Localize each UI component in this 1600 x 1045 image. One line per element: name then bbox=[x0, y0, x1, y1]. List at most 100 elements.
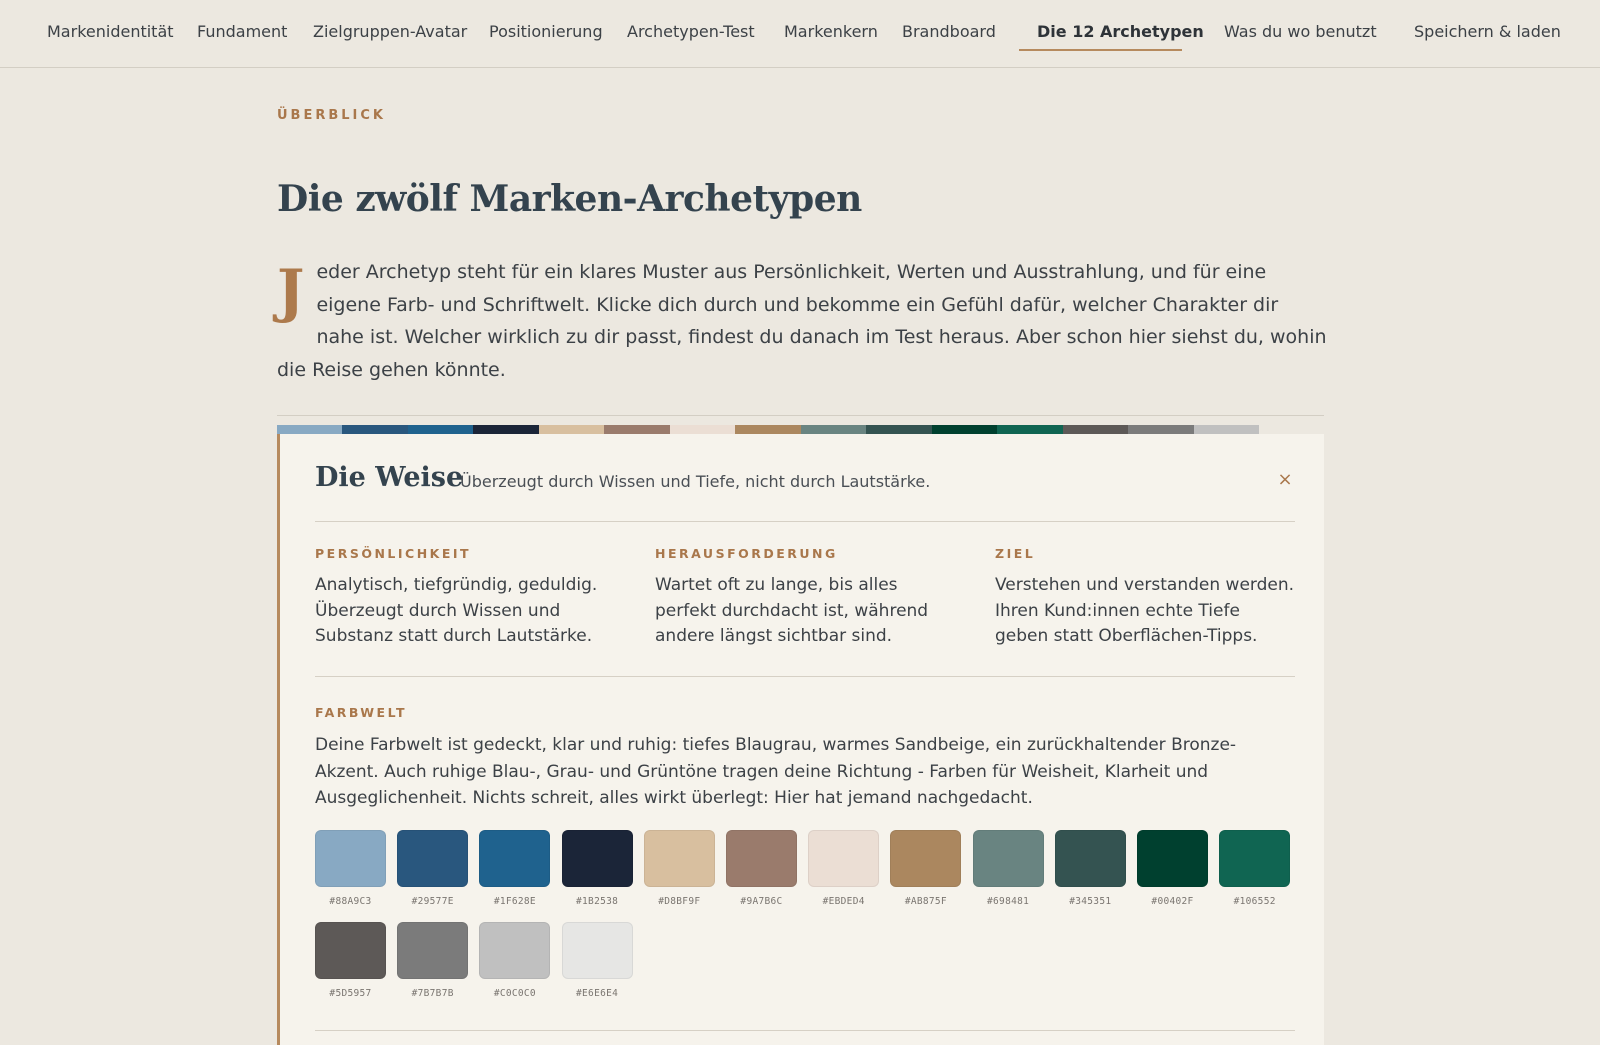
color-swatch[interactable]: #106552 bbox=[1219, 830, 1291, 907]
nav-item-die-12-archetypen[interactable]: Die 12 Archetypen bbox=[1037, 0, 1204, 66]
color-swatch[interactable]: #29577E bbox=[397, 830, 469, 907]
color-strip-segment bbox=[735, 425, 801, 434]
color-swatch[interactable]: #7B7B7B bbox=[397, 922, 469, 999]
color-swatch[interactable]: #C0C0C0 bbox=[479, 922, 551, 999]
color-swatch-hex: #9A7B6C bbox=[740, 896, 783, 907]
challenge-column: HERAUSFORDERUNG Wartet oft zu lange, bis… bbox=[655, 546, 955, 650]
top-navigation: Markenidentität Fundament Zielgruppen-Av… bbox=[0, 0, 1600, 68]
personality-column: PERSÖNLICHKEIT Analytisch, tiefgründig, … bbox=[315, 546, 615, 650]
goal-text: Verstehen und verstanden werden. Ihren K… bbox=[995, 575, 1295, 646]
color-swatch[interactable]: #AB875F bbox=[890, 830, 962, 907]
intro-paragraph: Jeder Archetyp steht für ein klares Must… bbox=[277, 256, 1329, 386]
color-strip-segment bbox=[407, 425, 474, 434]
color-swatch-hex: #C0C0C0 bbox=[493, 988, 536, 999]
color-swatch-chip bbox=[808, 830, 880, 887]
color-strip-segment bbox=[1128, 425, 1194, 434]
intro-dropcap: J bbox=[277, 257, 305, 325]
color-swatch-chip bbox=[479, 922, 551, 979]
goal-label: ZIEL bbox=[995, 546, 1036, 561]
color-swatch[interactable]: #5D5957 bbox=[315, 922, 386, 999]
color-world-text: Deine Farbwelt ist gedeckt, klar und ruh… bbox=[315, 735, 1237, 808]
color-swatch-hex: #345351 bbox=[1069, 896, 1112, 907]
color-strip-segment bbox=[277, 425, 343, 434]
archetype-detail-card: Die Weise Überzeugt durch Wissen und Tie… bbox=[277, 434, 1324, 1045]
color-swatch[interactable]: #1F628E bbox=[479, 830, 551, 907]
archetype-title: Die Weise bbox=[315, 462, 464, 493]
nav-item-positionierung[interactable]: Positionierung bbox=[489, 0, 603, 66]
color-swatch[interactable]: #1B2538 bbox=[561, 830, 633, 907]
color-swatch[interactable]: #EBDED4 bbox=[808, 830, 880, 907]
nav-item-speichern-laden[interactable]: Speichern & laden bbox=[1414, 0, 1561, 66]
color-swatch-hex: #E6E6E4 bbox=[576, 988, 619, 999]
color-swatch-hex: #88A9C3 bbox=[329, 896, 372, 907]
color-strip-segment bbox=[931, 425, 998, 434]
color-swatch[interactable]: #698481 bbox=[972, 830, 1044, 907]
color-strip-segment bbox=[1193, 425, 1260, 434]
card-divider bbox=[315, 521, 1295, 522]
color-swatch[interactable]: #9A7B6C bbox=[726, 830, 797, 907]
color-swatch-hex: #29577E bbox=[411, 896, 454, 907]
color-swatch-chip bbox=[561, 830, 633, 887]
challenge-text: Wartet oft zu lange, bis alles perfekt d… bbox=[655, 575, 929, 646]
color-strip-segment bbox=[669, 425, 736, 434]
color-swatch-chip bbox=[1219, 830, 1291, 887]
color-swatch-chip bbox=[315, 830, 386, 887]
color-strip-segment bbox=[1062, 425, 1129, 434]
color-strip-segment bbox=[604, 425, 670, 434]
color-swatch-chip bbox=[315, 922, 386, 979]
color-swatch-chip bbox=[397, 922, 469, 979]
color-swatch-hex: #698481 bbox=[987, 896, 1030, 907]
personality-text: Analytisch, tiefgründig, geduldig. Überz… bbox=[315, 575, 598, 646]
color-swatch-chip bbox=[397, 830, 469, 887]
card-divider bbox=[315, 676, 1295, 677]
card-divider bbox=[315, 1030, 1295, 1031]
color-strip-segment bbox=[800, 425, 867, 434]
challenge-label: HERAUSFORDERUNG bbox=[655, 546, 838, 561]
color-strip-segment bbox=[866, 425, 932, 434]
color-swatch-hex: #D8BF9F bbox=[658, 896, 701, 907]
color-strip-segment bbox=[997, 425, 1063, 434]
color-swatch-hex: #106552 bbox=[1233, 896, 1276, 907]
color-swatch-hex: #AB875F bbox=[904, 896, 947, 907]
color-swatch[interactable]: #345351 bbox=[1054, 830, 1126, 907]
color-swatch-hex: #7B7B7B bbox=[411, 988, 454, 999]
nav-item-was-du-wo-benutzt[interactable]: Was du wo benutzt bbox=[1224, 0, 1377, 66]
color-swatch[interactable]: #E6E6E4 bbox=[561, 922, 633, 999]
color-swatch-chip bbox=[479, 830, 551, 887]
color-swatch-hex: #5D5957 bbox=[329, 988, 372, 999]
archetype-tagline: Überzeugt durch Wissen und Tiefe, nicht … bbox=[460, 472, 931, 491]
active-tab-indicator bbox=[1019, 49, 1182, 51]
color-strip-segment bbox=[342, 425, 408, 434]
archetype-color-strip bbox=[277, 425, 1260, 434]
color-swatch-chip bbox=[1137, 830, 1208, 887]
color-swatch-chip bbox=[972, 830, 1044, 887]
color-swatch-chip bbox=[1054, 830, 1126, 887]
color-swatch-hex: #00402F bbox=[1151, 896, 1194, 907]
color-world-section: FARBWELT Deine Farbwelt ist gedeckt, kla… bbox=[315, 705, 1295, 812]
page-title: Die zwölf Marken-Archetypen bbox=[277, 178, 862, 220]
nav-item-zielgruppen-avatar[interactable]: Zielgruppen-Avatar bbox=[313, 0, 467, 66]
intro-text: eder Archetyp steht für ein klares Muste… bbox=[277, 261, 1327, 381]
color-swatch[interactable]: #88A9C3 bbox=[315, 830, 386, 907]
nav-item-markenkern[interactable]: Markenkern bbox=[784, 0, 878, 66]
nav-item-archetypen-test[interactable]: Archetypen-Test bbox=[627, 0, 755, 66]
color-swatch[interactable]: #00402F bbox=[1137, 830, 1208, 907]
nav-item-brandboard[interactable]: Brandboard bbox=[902, 0, 996, 66]
color-strip-segment bbox=[473, 425, 539, 434]
nav-item-fundament[interactable]: Fundament bbox=[197, 0, 287, 66]
color-swatch[interactable]: #D8BF9F bbox=[643, 830, 715, 907]
personality-label: PERSÖNLICHKEIT bbox=[315, 546, 472, 561]
color-swatch-chip bbox=[890, 830, 962, 887]
color-strip-segment bbox=[538, 425, 605, 434]
color-world-label: FARBWELT bbox=[315, 705, 407, 720]
close-icon[interactable]: × bbox=[1275, 470, 1295, 490]
nav-item-markenidentitaet[interactable]: Markenidentität bbox=[47, 0, 174, 66]
color-swatch-hex: #1B2538 bbox=[576, 896, 619, 907]
section-eyebrow: ÜBERBLICK bbox=[277, 108, 386, 123]
color-swatch-chip bbox=[726, 830, 797, 887]
color-swatch-hex: #EBDED4 bbox=[822, 896, 865, 907]
color-swatch-chip bbox=[643, 830, 715, 887]
section-divider bbox=[277, 415, 1324, 416]
color-swatch-chip bbox=[561, 922, 633, 979]
goal-column: ZIEL Verstehen und verstanden werden. Ih… bbox=[995, 546, 1295, 650]
